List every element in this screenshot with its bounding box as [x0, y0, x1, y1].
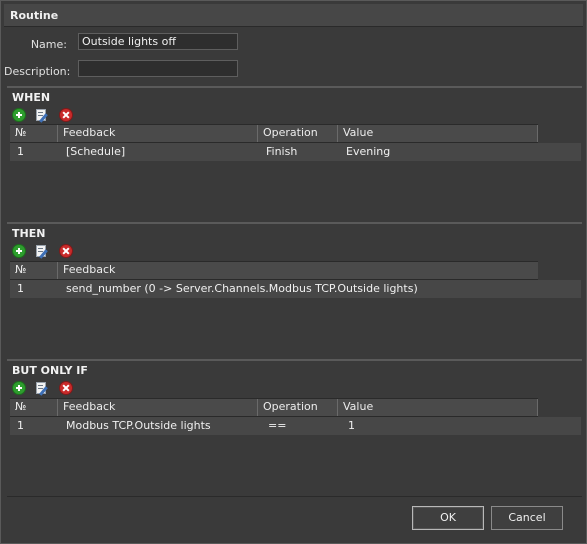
- then-delete-button[interactable]: [58, 243, 74, 259]
- then-section: THEN № Feedback 1 send_number (0 -> Serv…: [7, 222, 582, 359]
- edit-icon: [36, 381, 48, 396]
- cancel-button[interactable]: Cancel: [491, 506, 563, 530]
- row-operation: ==: [268, 419, 287, 432]
- when-add-button[interactable]: [11, 107, 27, 123]
- row-feedback: [Schedule]: [66, 145, 126, 158]
- footer-divider: [7, 496, 582, 497]
- row-feedback: send_number (0 -> Server.Channels.Modbus…: [66, 282, 418, 295]
- row-value: Evening: [346, 145, 391, 158]
- then-edit-button[interactable]: [34, 243, 50, 259]
- table-row[interactable]: 1 [Schedule] Finish Evening: [10, 143, 581, 161]
- add-icon: [12, 108, 26, 122]
- condition-delete-button[interactable]: [58, 380, 74, 396]
- col-no: №: [10, 399, 58, 416]
- row-feedback: Modbus TCP.Outside lights: [66, 419, 211, 432]
- when-table-header: № Feedback Operation Value: [10, 124, 538, 143]
- routine-dialog: Routine Name: Description: WHEN № Feedba…: [0, 0, 587, 544]
- name-label: Name:: [30, 38, 67, 51]
- table-row[interactable]: 1 send_number (0 -> Server.Channels.Modb…: [10, 280, 581, 298]
- row-value: 1: [348, 419, 355, 432]
- delete-icon: [59, 381, 73, 395]
- when-delete-button[interactable]: [58, 107, 74, 123]
- then-add-button[interactable]: [11, 243, 27, 259]
- description-field[interactable]: [78, 60, 238, 77]
- title-bar: Routine: [4, 4, 583, 27]
- table-row[interactable]: 1 Modbus TCP.Outside lights == 1: [10, 417, 581, 435]
- then-title: THEN: [12, 227, 46, 240]
- row-no: 1: [17, 282, 24, 295]
- description-label: Description:: [4, 65, 71, 78]
- row-no: 1: [17, 145, 24, 158]
- but-only-if-title: BUT ONLY IF: [12, 364, 88, 377]
- edit-icon: [36, 108, 48, 123]
- when-section: WHEN № Feedback Operation Value 1 [Sched…: [7, 86, 582, 222]
- then-table-header: № Feedback: [10, 261, 538, 280]
- col-feedback: Feedback: [58, 125, 258, 142]
- col-feedback: Feedback: [58, 399, 258, 416]
- row-no: 1: [17, 419, 24, 432]
- when-title: WHEN: [12, 91, 51, 104]
- add-icon: [12, 381, 26, 395]
- col-operation: Operation: [258, 125, 338, 142]
- condition-edit-button[interactable]: [34, 380, 50, 396]
- add-icon: [12, 244, 26, 258]
- col-no: №: [10, 125, 58, 142]
- col-no: №: [10, 262, 58, 279]
- row-operation: Finish: [266, 145, 298, 158]
- edit-icon: [36, 244, 48, 259]
- when-edit-button[interactable]: [34, 107, 50, 123]
- col-operation: Operation: [258, 399, 338, 416]
- but-only-if-table-header: № Feedback Operation Value: [10, 398, 538, 417]
- col-value: Value: [338, 399, 538, 416]
- ok-button[interactable]: OK: [412, 506, 484, 530]
- but-only-if-section: BUT ONLY IF № Feedback Operation Value 1…: [7, 359, 582, 496]
- window-title: Routine: [10, 9, 59, 22]
- delete-icon: [59, 108, 73, 122]
- col-feedback: Feedback: [63, 263, 116, 276]
- name-field[interactable]: [78, 33, 238, 50]
- delete-icon: [59, 244, 73, 258]
- col-value: Value: [338, 125, 538, 142]
- condition-add-button[interactable]: [11, 380, 27, 396]
